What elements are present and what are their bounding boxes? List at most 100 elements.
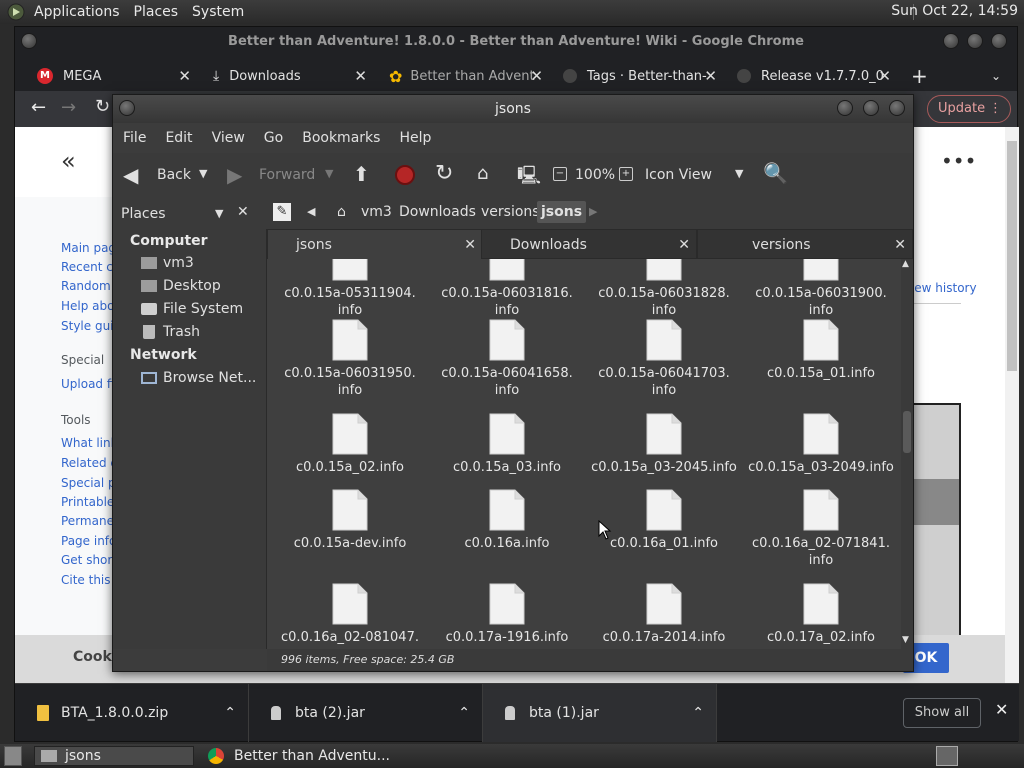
- taskbar-item-jsons[interactable]: jsons: [34, 746, 194, 766]
- chevron-up-icon[interactable]: ⌃: [692, 705, 704, 721]
- nav-link-help[interactable]: Help about MediaWiki: [61, 299, 115, 313]
- tools-link-cite[interactable]: Cite this page: [61, 573, 115, 587]
- fm-scrollbar[interactable]: ▲ ▼: [901, 259, 913, 649]
- file-item[interactable]: c0.0.15a-06031816. info: [432, 259, 582, 319]
- reload-icon[interactable]: ↻: [435, 161, 453, 186]
- tab-downloads[interactable]: ⤓ Downloads ✕: [207, 61, 373, 91]
- menu-go[interactable]: Go: [264, 130, 283, 146]
- breadcrumb-jsons[interactable]: jsons: [537, 201, 587, 223]
- update-button[interactable]: Update ⋮: [927, 95, 1011, 123]
- kebab-menu-icon[interactable]: ⋮: [989, 96, 1002, 122]
- sidebar-item-browse-network[interactable]: Browse Net...: [141, 370, 256, 386]
- file-item[interactable]: c0.0.15a_03-2045.info: [589, 413, 739, 476]
- back-history-dropdown-icon[interactable]: ▼: [199, 167, 207, 180]
- system-menu[interactable]: System: [192, 4, 244, 20]
- sidebar-item-trash[interactable]: Trash: [141, 324, 200, 340]
- places-dropdown-icon[interactable]: ▼: [215, 207, 223, 220]
- tools-link-related-changes[interactable]: Related changes: [61, 456, 115, 470]
- file-item[interactable]: c0.0.17a-2014.info: [589, 583, 739, 646]
- menu-file[interactable]: File: [123, 130, 146, 146]
- forward-history-dropdown-icon[interactable]: ▼: [325, 167, 333, 180]
- view-mode-dropdown-icon[interactable]: ▼: [735, 167, 743, 180]
- file-item[interactable]: c0.0.16a_02-081047.: [275, 583, 425, 646]
- tools-link-special-pages[interactable]: Special pages: [61, 476, 115, 490]
- search-icon[interactable]: 🔍: [763, 161, 788, 185]
- sidebar-item-desktop[interactable]: Desktop: [141, 278, 221, 294]
- breadcrumb-right-icon[interactable]: ▶: [589, 205, 597, 218]
- home-icon[interactable]: ⌂: [477, 163, 488, 184]
- forward-arrow-icon[interactable]: ▶: [227, 163, 242, 187]
- applications-menu[interactable]: Applications: [34, 4, 120, 20]
- panel-clock[interactable]: Sun Oct 22, 14:59: [891, 3, 1018, 19]
- tab-release[interactable]: Release v1.7.7.0_0 ✕: [731, 61, 897, 91]
- show-desktop-icon[interactable]: [4, 746, 22, 766]
- fm-maximize-button[interactable]: [863, 100, 879, 116]
- back-arrow-icon[interactable]: ←: [31, 97, 46, 118]
- chrome-minimize-button[interactable]: [943, 33, 959, 49]
- file-item[interactable]: c0.0.17a-1916.info: [432, 583, 582, 646]
- close-tab-icon[interactable]: ✕: [530, 67, 543, 85]
- back-arrow-icon[interactable]: ◀: [123, 163, 138, 187]
- workspace-switcher[interactable]: [936, 746, 958, 766]
- tools-link-printable[interactable]: Printable version: [61, 495, 115, 509]
- file-item[interactable]: c0.0.15a-06041703. info: [589, 319, 739, 399]
- file-item[interactable]: c0.0.15a_01.info: [746, 319, 896, 382]
- file-item[interactable]: c0.0.15a_02.info: [275, 413, 425, 476]
- tools-link-permanent[interactable]: Permanent link: [61, 514, 115, 528]
- close-tab-icon[interactable]: ✕: [678, 230, 690, 260]
- stop-icon[interactable]: [395, 165, 415, 185]
- nav-link-main-page[interactable]: Main page: [61, 241, 115, 255]
- chrome-close-button[interactable]: [991, 33, 1007, 49]
- menu-help[interactable]: Help: [399, 130, 431, 146]
- sidebar-item-vm3[interactable]: vm3: [141, 255, 194, 271]
- forward-arrow-icon[interactable]: →: [61, 97, 76, 118]
- menu-bookmarks[interactable]: Bookmarks: [302, 130, 380, 146]
- tools-link-page-info[interactable]: Page information: [61, 534, 115, 548]
- show-all-button[interactable]: Show all: [903, 698, 981, 728]
- scroll-down-icon[interactable]: ▼: [902, 635, 909, 645]
- view-history-link[interactable]: View history: [903, 281, 977, 295]
- chevron-up-icon[interactable]: ⌃: [224, 705, 236, 721]
- places-menu[interactable]: Places: [134, 4, 179, 20]
- breadcrumb-downloads[interactable]: Downloads: [399, 204, 476, 220]
- tools-link-shortened-url[interactable]: Get shortened URL: [61, 553, 115, 567]
- breadcrumb-versions[interactable]: versions: [481, 204, 540, 220]
- edit-location-icon[interactable]: ✎: [273, 203, 291, 221]
- download-item[interactable]: bta (1).jar ⌃: [483, 684, 717, 742]
- tools-link-what-links-here[interactable]: What links here: [61, 436, 115, 450]
- gnome-foot-icon[interactable]: [6, 2, 26, 22]
- breadcrumb-vm3[interactable]: vm3: [361, 204, 392, 220]
- fm-window-menu-button[interactable]: [119, 100, 135, 116]
- file-item[interactable]: c0.0.15a-06031900. info: [746, 259, 896, 319]
- zoom-in-icon[interactable]: +: [619, 167, 633, 181]
- computer-icon[interactable]: 🖳: [517, 163, 541, 193]
- chrome-maximize-button[interactable]: [967, 33, 983, 49]
- nav-link-style-guide[interactable]: Style guide: [61, 319, 115, 333]
- menu-edit[interactable]: Edit: [165, 130, 192, 146]
- upload-file-link[interactable]: Upload file: [61, 377, 115, 391]
- tab-tags[interactable]: Tags · Better-than- ✕: [557, 61, 723, 91]
- reload-icon[interactable]: ↻: [95, 96, 110, 117]
- view-mode-select[interactable]: Icon View: [645, 167, 712, 183]
- forward-button[interactable]: Forward: [259, 167, 315, 183]
- chevron-up-icon[interactable]: ⌃: [458, 705, 470, 721]
- file-item[interactable]: c0.0.15a-06041658. info: [432, 319, 582, 399]
- scroll-up-icon[interactable]: ▲: [902, 259, 909, 269]
- close-tab-icon[interactable]: ✕: [354, 67, 367, 85]
- page-scrollbar-thumb[interactable]: [1007, 141, 1017, 371]
- download-item[interactable]: bta (2).jar ⌃: [249, 684, 483, 742]
- fm-tab-jsons[interactable]: jsons ✕: [267, 229, 483, 259]
- tab-better-than-adventure[interactable]: ✿ Better than Advent ✕: [383, 61, 549, 91]
- fm-scrollbar-thumb[interactable]: [903, 411, 911, 453]
- nav-link-random-page[interactable]: Random page: [61, 279, 115, 293]
- close-tab-icon[interactable]: ✕: [894, 230, 906, 260]
- tab-mega[interactable]: M MEGA ✕: [31, 61, 197, 91]
- menu-view[interactable]: View: [212, 130, 245, 146]
- file-item[interactable]: c0.0.15a_03-2049.info: [746, 413, 896, 476]
- breadcrumb-left-icon[interactable]: ◀: [307, 205, 315, 218]
- fm-close-button[interactable]: [889, 100, 905, 116]
- fm-minimize-button[interactable]: [837, 100, 853, 116]
- more-menu-icon[interactable]: •••: [941, 149, 976, 173]
- file-item[interactable]: c0.0.15a-dev.info: [275, 489, 425, 552]
- collapse-sidebar-icon[interactable]: «: [61, 147, 76, 175]
